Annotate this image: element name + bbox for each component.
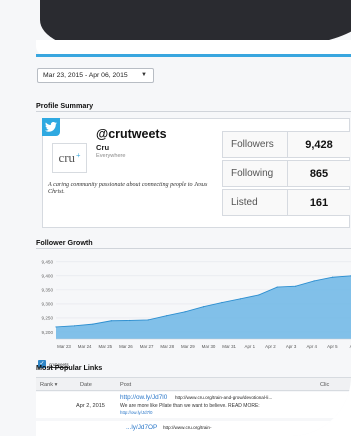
chart-svg: 9,450 9,400 9,350 9,300 9,250 9,200 Mar 23 Mar … xyxy=(42,260,351,349)
x-tick-label: Mar 25 xyxy=(98,344,112,349)
x-tick-label: Apr 4 xyxy=(306,344,317,349)
x-tick-label: Mar 30 xyxy=(202,344,216,349)
row-date: Apr 2, 2015 xyxy=(76,403,105,409)
profile-bio: A caring community passionate about conn… xyxy=(48,182,208,195)
data-point xyxy=(73,325,76,327)
profile-handle[interactable]: @crutweets xyxy=(96,127,167,141)
logo-mark: + xyxy=(76,150,81,160)
x-tick-label: Mar 23 xyxy=(57,344,71,349)
table-row: ...ly/Jd7OP http://www.cru.org/train- xyxy=(36,421,351,436)
x-tick-label: Mar 26 xyxy=(119,344,133,349)
row-link[interactable]: ...ly/Jd7OP xyxy=(126,424,157,431)
data-point xyxy=(55,326,57,328)
profile-summary-title: Profile Summary xyxy=(36,101,94,110)
follower-growth-title: Follower Growth xyxy=(36,238,93,247)
row-url[interactable]: http://www.cru.org/train-and-grow/devoti… xyxy=(175,395,272,400)
x-tick-label: Apr 2 xyxy=(265,344,276,349)
column-date[interactable]: Date xyxy=(80,382,92,388)
data-point xyxy=(221,301,223,304)
row-description: We are more like Pilate than we want to … xyxy=(120,403,260,409)
x-tick-label: Mar 24 xyxy=(78,344,92,349)
data-point xyxy=(129,319,131,322)
divider xyxy=(287,190,288,215)
y-tick-label: 9,300 xyxy=(42,302,54,307)
profile-location: Everywhere xyxy=(96,153,126,159)
data-point xyxy=(166,315,168,317)
stat-value: 865 xyxy=(309,167,329,180)
data-point xyxy=(184,311,186,313)
data-point xyxy=(147,319,149,321)
y-tick-label: 9,200 xyxy=(42,330,54,335)
y-tick-label: 9,400 xyxy=(42,274,54,279)
stat-label: Following xyxy=(231,168,274,179)
data-point xyxy=(295,285,297,287)
page: Mar 23, 2015 - Apr 06, 2015 ▼ Profile Su… xyxy=(0,0,351,436)
profile-name: Cru xyxy=(96,143,110,152)
data-point xyxy=(110,320,112,322)
column-rank[interactable]: Rank ▾ xyxy=(40,382,57,388)
data-point xyxy=(331,276,334,278)
row-url[interactable]: http://www.cru.org/train- xyxy=(163,425,212,430)
links-table-header: Rank ▾ Date Post Clic xyxy=(36,377,351,391)
y-tick-label: 9,350 xyxy=(42,288,54,293)
stat-listed: Listed 161 xyxy=(222,189,350,216)
header-accent-line xyxy=(36,54,351,57)
data-point xyxy=(276,286,278,288)
data-point xyxy=(239,298,241,300)
column-post[interactable]: Post xyxy=(120,382,131,388)
stat-label: Followers xyxy=(231,139,274,150)
y-tick-label: 9,250 xyxy=(42,316,54,321)
stat-label: Listed xyxy=(231,197,258,208)
stat-following: Following 865 xyxy=(222,160,350,187)
cru-logo: cru + xyxy=(52,143,87,173)
row-link[interactable]: http://ow.ly/Jd7l0 xyxy=(120,394,167,401)
twitter-bird-icon xyxy=(42,118,60,136)
table-row: Apr 2, 2015 http://ow.ly/Jd7l0 http://ww… xyxy=(36,392,351,418)
data-point xyxy=(313,280,315,282)
divider xyxy=(287,161,288,186)
stat-value: 161 xyxy=(309,196,329,209)
data-point xyxy=(202,306,205,308)
data-point xyxy=(258,294,260,296)
y-tick-label: 9,450 xyxy=(42,260,54,265)
chevron-down-icon: ▼ xyxy=(141,72,147,78)
stat-value: 9,428 xyxy=(305,138,333,151)
x-tick-label: Apr 1 xyxy=(245,344,256,349)
x-tick-label: Mar 31 xyxy=(222,344,236,349)
popular-links-title: Most Popular Links xyxy=(36,363,103,372)
divider xyxy=(287,132,288,157)
logo-text: cru xyxy=(58,150,76,165)
x-tick-label: Apr 5 xyxy=(327,344,338,349)
date-range-select[interactable]: Mar 23, 2015 - Apr 06, 2015 ▼ xyxy=(37,68,154,83)
column-clicks[interactable]: Clic xyxy=(320,382,329,388)
date-range-label: Mar 23, 2015 - Apr 06, 2015 xyxy=(43,72,128,79)
follower-growth-chart: 9,450 9,400 9,350 9,300 9,250 9,200 Mar 23 Mar … xyxy=(30,253,351,358)
series-area-crutweets xyxy=(56,275,351,339)
divider xyxy=(36,111,351,112)
divider xyxy=(36,248,351,249)
stat-followers: Followers 9,428 xyxy=(222,131,350,158)
row-short-link[interactable]: http://ow.ly/Jd7l0 xyxy=(120,410,152,415)
data-point xyxy=(92,323,94,325)
x-tick-label: Mar 27 xyxy=(140,344,154,349)
x-tick-label: Mar 28 xyxy=(160,344,174,349)
x-tick-label: Apr 3 xyxy=(286,344,297,349)
x-tick-label: Mar 29 xyxy=(181,344,195,349)
